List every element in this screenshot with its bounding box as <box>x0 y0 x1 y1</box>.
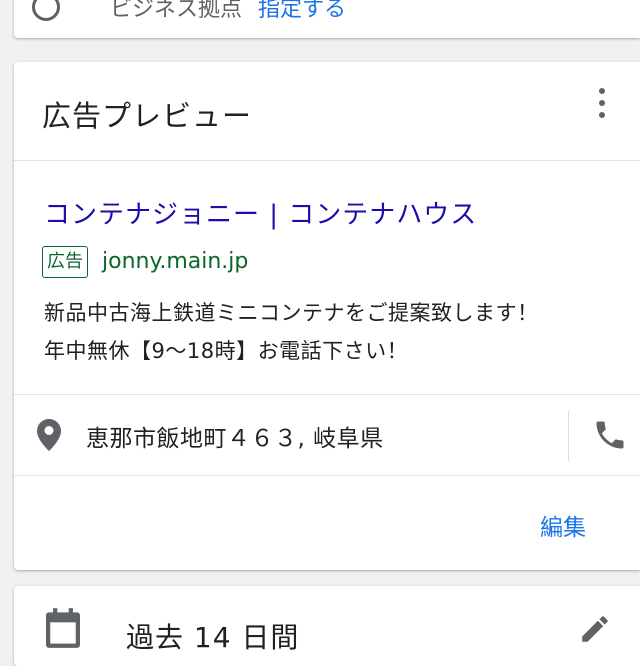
location-extension-row: 恵那市飯地町４６３, 岐阜県 <box>14 394 640 476</box>
radio-circle-icon[interactable] <box>32 0 60 21</box>
edit-button[interactable]: 編集 <box>540 508 586 542</box>
phone-icon[interactable] <box>592 417 628 453</box>
ad-description-line-1: 新品中古海上鉄道ミニコンテナをご提案致します！ <box>44 301 539 325</box>
ad-preview-card: 広告プレビュー コンテナジョニー | コンテナハウス 広告 jonny.main… <box>14 62 640 570</box>
business-location-row: ビジネス拠点 指定する <box>32 0 346 22</box>
ad-badge: 広告 <box>42 246 88 278</box>
business-location-text: ビジネス拠点 <box>110 0 243 22</box>
specify-link[interactable]: 指定する <box>258 0 346 23</box>
location-pin-icon <box>37 419 61 451</box>
ad-description-line-2: 年中無休【9〜18時】お電話下さい！ <box>44 339 409 363</box>
ad-display-url: jonny.main.jp <box>102 249 249 274</box>
calendar-icon <box>46 608 80 648</box>
ad-preview-title: 広告プレビュー <box>42 99 253 133</box>
date-range-card: 過去 14 日間 <box>14 586 640 666</box>
ad-headline[interactable]: コンテナジョニー | コンテナハウス <box>44 194 477 231</box>
date-range-label[interactable]: 過去 14 日間 <box>126 616 299 656</box>
vertical-divider <box>568 411 569 461</box>
pencil-icon[interactable] <box>578 612 612 646</box>
ad-preview-header: 広告プレビュー <box>14 62 640 161</box>
business-location-card: ビジネス拠点 指定する <box>14 0 640 38</box>
more-vert-icon[interactable] <box>592 86 612 120</box>
ad-description: 新品中古海上鉄道ミニコンテナをご提案致します！ 年中無休【9〜18時】お電話下さ… <box>44 294 624 370</box>
address-text: 恵那市飯地町４６３, 岐阜県 <box>86 426 384 452</box>
